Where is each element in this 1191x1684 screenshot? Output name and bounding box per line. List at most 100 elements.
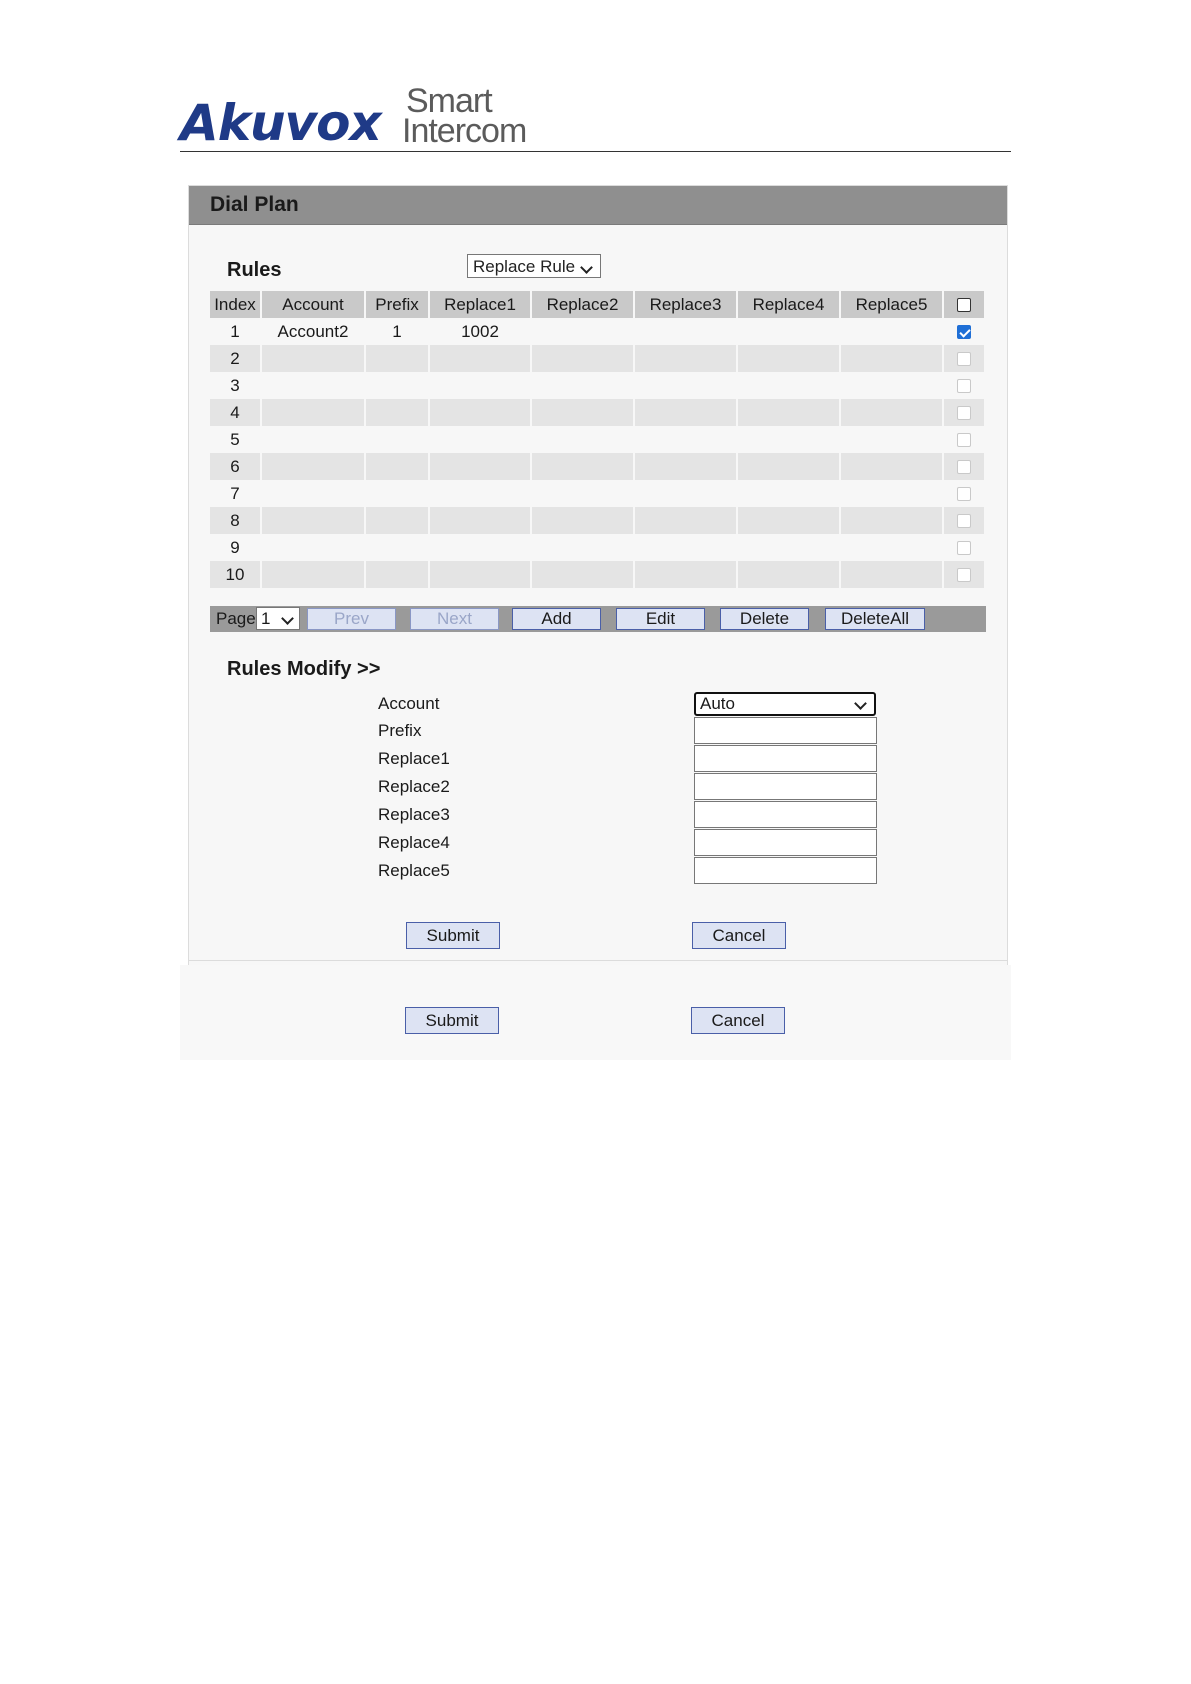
table-row[interactable]: 10: [210, 561, 986, 588]
cell-replace5: [841, 507, 944, 534]
table-row[interactable]: 4: [210, 399, 986, 426]
select-all-checkbox[interactable]: [957, 298, 971, 313]
replace1-input[interactable]: [694, 745, 877, 772]
cell-replace4: [738, 534, 841, 561]
table-row[interactable]: 8: [210, 507, 986, 534]
cell-select: [944, 453, 986, 480]
cell-replace2: [532, 561, 635, 588]
column-header-replace2: Replace2: [532, 291, 635, 318]
cell-replace5: [841, 372, 944, 399]
table-row[interactable]: 7: [210, 480, 986, 507]
cell-replace3: [635, 561, 738, 588]
cell-replace3: [635, 345, 738, 372]
cell-replace3: [635, 480, 738, 507]
cell-account: [262, 399, 366, 426]
cell-replace4: [738, 561, 841, 588]
cell-replace3: [635, 507, 738, 534]
cell-select: [944, 561, 986, 588]
cell-replace1: [430, 453, 532, 480]
page-select-value: 1: [261, 609, 271, 628]
panel-divider: [189, 960, 1007, 961]
column-header-account: Account: [262, 291, 366, 318]
rules-section-label: Rules: [227, 259, 282, 281]
rules-cancel-button[interactable]: Cancel: [692, 922, 786, 949]
add-button[interactable]: Add: [512, 608, 601, 630]
next-button[interactable]: Next: [410, 608, 499, 630]
column-header-replace5: Replace5: [841, 291, 944, 318]
cell-index: 1: [210, 318, 262, 345]
cell-replace1: [430, 561, 532, 588]
prefix-label: Prefix: [378, 721, 422, 740]
cell-replace1: [430, 399, 532, 426]
rule-type-select[interactable]: Replace Rule: [467, 254, 601, 278]
cell-replace2: [532, 372, 635, 399]
table-row[interactable]: 5: [210, 426, 986, 453]
cell-index: 7: [210, 480, 262, 507]
prefix-input[interactable]: [694, 717, 877, 744]
chevron-down-icon: [854, 697, 867, 710]
cell-prefix: [366, 399, 430, 426]
replace5-input[interactable]: [694, 857, 877, 884]
table-header-row: Index Account Prefix Replace1 Replace2 R…: [210, 291, 986, 318]
cell-account: Account2: [262, 318, 366, 345]
cell-replace1: [430, 507, 532, 534]
cell-account: [262, 480, 366, 507]
replace2-input[interactable]: [694, 773, 877, 800]
replace3-input[interactable]: [694, 801, 877, 828]
cell-prefix: [366, 561, 430, 588]
cell-replace4: [738, 453, 841, 480]
cell-replace3: [635, 318, 738, 345]
cell-select: [944, 534, 986, 561]
delete-all-button[interactable]: DeleteAll: [825, 608, 925, 630]
table-row[interactable]: 2: [210, 345, 986, 372]
row-checkbox[interactable]: [957, 379, 971, 394]
table-row[interactable]: 6: [210, 453, 986, 480]
replace4-input[interactable]: [694, 829, 877, 856]
row-checkbox[interactable]: [957, 406, 971, 421]
row-checkbox[interactable]: [957, 460, 971, 475]
cell-index: 4: [210, 399, 262, 426]
column-header-select-all: [944, 291, 986, 318]
cell-replace2: [532, 453, 635, 480]
cell-account: [262, 372, 366, 399]
row-checkbox[interactable]: [957, 325, 971, 340]
page-submit-button[interactable]: Submit: [405, 1007, 499, 1034]
cell-replace4: [738, 318, 841, 345]
cell-account: [262, 426, 366, 453]
row-checkbox[interactable]: [957, 568, 971, 583]
row-checkbox[interactable]: [957, 541, 971, 556]
cell-replace2: [532, 426, 635, 453]
cell-replace2: [532, 399, 635, 426]
cell-replace4: [738, 372, 841, 399]
cell-replace4: [738, 399, 841, 426]
edit-button[interactable]: Edit: [616, 608, 705, 630]
cell-replace3: [635, 426, 738, 453]
delete-button[interactable]: Delete: [720, 608, 809, 630]
cell-prefix: [366, 480, 430, 507]
table-row[interactable]: 1 Account2 1 1002: [210, 318, 986, 345]
account-select[interactable]: Auto: [694, 692, 876, 716]
cell-account: [262, 561, 366, 588]
cell-prefix: [366, 534, 430, 561]
cell-replace4: [738, 345, 841, 372]
table-row[interactable]: 3: [210, 372, 986, 399]
page-cancel-button[interactable]: Cancel: [691, 1007, 785, 1034]
page-select[interactable]: 1: [256, 607, 300, 630]
row-checkbox[interactable]: [957, 433, 971, 448]
cell-replace5: [841, 453, 944, 480]
cell-index: 9: [210, 534, 262, 561]
cell-prefix: 1: [366, 318, 430, 345]
row-checkbox[interactable]: [957, 514, 971, 529]
prev-button[interactable]: Prev: [307, 608, 396, 630]
cell-replace2: [532, 480, 635, 507]
cell-replace2: [532, 345, 635, 372]
chevron-down-icon: [281, 612, 294, 625]
row-checkbox[interactable]: [957, 487, 971, 502]
rules-submit-button[interactable]: Submit: [406, 922, 500, 949]
cell-prefix: [366, 426, 430, 453]
table-row[interactable]: 9: [210, 534, 986, 561]
cell-select: [944, 480, 986, 507]
rules-table: Index Account Prefix Replace1 Replace2 R…: [210, 291, 986, 588]
account-select-value: Auto: [700, 694, 735, 713]
row-checkbox[interactable]: [957, 352, 971, 367]
